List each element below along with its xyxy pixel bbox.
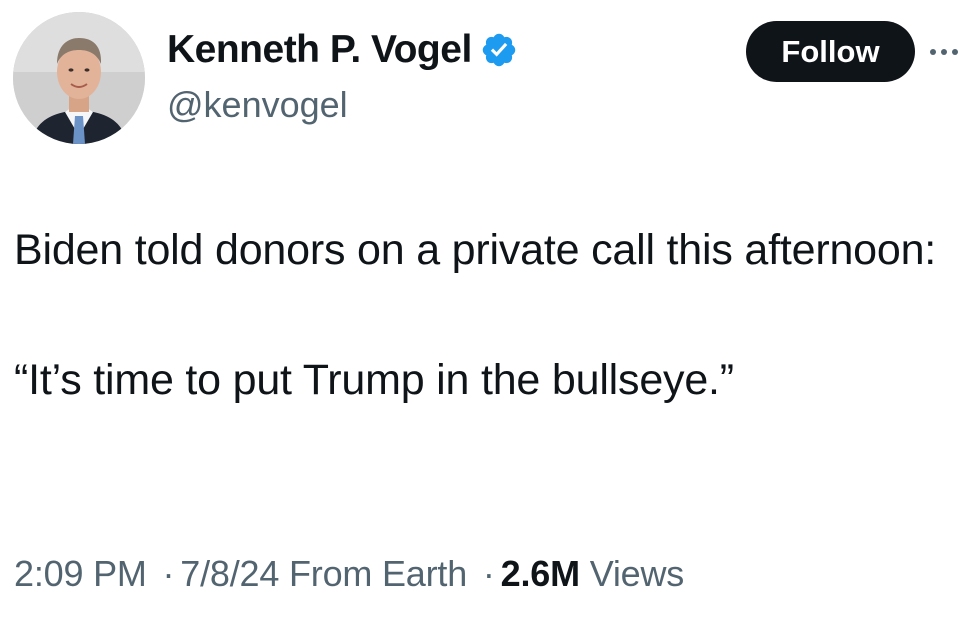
avatar-photo bbox=[13, 12, 145, 144]
dot bbox=[952, 49, 958, 55]
follow-button[interactable]: Follow bbox=[746, 21, 915, 82]
tweet-text: Biden told donors on a private call this… bbox=[14, 218, 954, 413]
verified-badge-icon[interactable] bbox=[480, 31, 518, 69]
author-display-name[interactable]: Kenneth P. Vogel bbox=[167, 28, 472, 72]
tweet-date[interactable]: 7/8/24 bbox=[180, 553, 279, 594]
author-handle[interactable]: @kenvogel bbox=[167, 84, 518, 126]
separator: · bbox=[162, 553, 175, 594]
views-count[interactable]: 2.6M bbox=[501, 553, 580, 594]
views-label: Views bbox=[589, 553, 685, 594]
name-row: Kenneth P. Vogel bbox=[167, 26, 518, 74]
tweet-metadata: 2:09 PM · 7/8/24 From Earth · 2.6M Views bbox=[14, 553, 684, 595]
author-avatar[interactable] bbox=[13, 12, 145, 144]
more-options-ellipsis-icon[interactable] bbox=[930, 40, 974, 64]
tweet-text-line-2: “It’s time to put Trump in the bullseye.… bbox=[14, 356, 734, 404]
tweet-card: Kenneth P. Vogel @kenvogel Follow Biden … bbox=[0, 0, 977, 626]
tweet-text-line-1: Biden told donors on a private call this… bbox=[14, 226, 937, 274]
dot bbox=[941, 49, 947, 55]
separator: · bbox=[482, 553, 495, 594]
author-info: Kenneth P. Vogel @kenvogel bbox=[167, 26, 518, 126]
dot bbox=[930, 49, 936, 55]
tweet-time[interactable]: 2:09 PM bbox=[14, 553, 147, 594]
tweet-source: From Earth bbox=[288, 553, 468, 594]
